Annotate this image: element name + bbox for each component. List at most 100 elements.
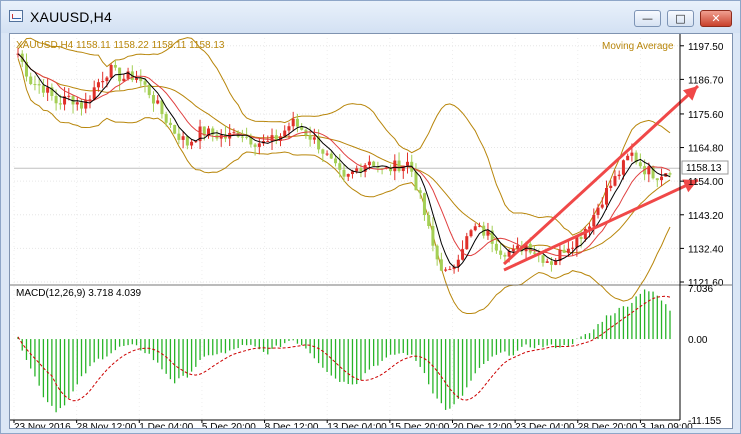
candle-bear xyxy=(329,153,333,159)
candle-bear xyxy=(113,64,117,68)
macd-tick-label: 0.00 xyxy=(688,335,708,346)
time-tick-label: 28 Dec 20:00 xyxy=(578,422,638,428)
time-tick-label: 28 Nov 12:00 xyxy=(77,422,137,428)
time-tick-label: 13 Dec 04:00 xyxy=(327,422,387,428)
candles xyxy=(16,48,672,274)
candle-bull xyxy=(346,174,350,177)
candle-bull xyxy=(355,168,359,172)
candle-bull xyxy=(101,81,105,83)
window-title: XAUUSD,H4 xyxy=(30,9,112,25)
candle-bear xyxy=(308,135,312,140)
symbol-info-label: XAUUSD,H4 1158.11 1158.22 1158.11 1158.1… xyxy=(16,40,225,51)
candle-bull xyxy=(312,137,316,140)
candle-bull xyxy=(287,126,291,131)
candle-bull xyxy=(609,185,613,188)
minimize-button[interactable]: — xyxy=(634,10,661,27)
price-tick-label: 1164.80 xyxy=(688,144,724,155)
candle-bear xyxy=(164,114,168,123)
candle-bull xyxy=(393,160,397,172)
candle-bull xyxy=(511,248,515,252)
candle-bear xyxy=(397,160,401,172)
candle-bear xyxy=(54,95,58,104)
maximize-button[interactable]: □ xyxy=(667,10,694,27)
chart-area[interactable]: 1197.50 1186.70 1175.60 1164.80 1154.00 1143.… xyxy=(9,33,733,433)
candle-bear xyxy=(668,173,672,175)
candle-bear xyxy=(338,163,342,170)
time-tick-label: 1 Dec 04:00 xyxy=(139,422,193,428)
candle-bear xyxy=(579,236,583,239)
candle-bull xyxy=(486,230,490,236)
candle-bull xyxy=(291,118,295,127)
price-tick-label: 1197.50 xyxy=(688,42,724,53)
candle-bull xyxy=(473,226,477,231)
candle-bear xyxy=(29,76,33,85)
indicator-label: Moving Average xyxy=(602,41,674,52)
candle-bear xyxy=(499,250,503,255)
candle-bear xyxy=(435,245,439,260)
candle-bull xyxy=(571,247,575,249)
candle-bull xyxy=(46,87,50,93)
candle-bull xyxy=(626,155,630,161)
candle-bull xyxy=(604,187,608,205)
candle-bull xyxy=(516,245,520,249)
price-tick-label: 1143.20 xyxy=(688,211,724,222)
candle-bull xyxy=(190,141,194,146)
candle-bull xyxy=(621,160,625,175)
candle-bull xyxy=(596,207,600,215)
candle-bear xyxy=(422,193,426,216)
price-tick-label: 1175.60 xyxy=(688,110,724,121)
close-button[interactable]: ✕ xyxy=(700,10,732,27)
time-tick-label: 3 Jan 09:00 xyxy=(640,422,693,428)
candle-bear xyxy=(173,124,177,134)
candle-bear xyxy=(37,84,41,86)
candle-bear xyxy=(414,171,418,191)
time-tick-label: 23 Dec 04:00 xyxy=(515,422,575,428)
trend-arrow-upper xyxy=(502,84,700,266)
chart-window: XAUUSD,H4 — □ ✕ 1197.50 1186.70 1175.60 116… xyxy=(0,0,741,434)
current-price-label: 1158.13 xyxy=(686,163,722,174)
candle-bear xyxy=(168,122,172,125)
candle-bull xyxy=(96,82,100,88)
candle-bull xyxy=(554,260,558,265)
candle-bear xyxy=(427,215,431,227)
candle-bear xyxy=(549,261,553,265)
time-tick-label: 20 Dec 12:00 xyxy=(452,422,512,428)
candle-bear xyxy=(562,249,566,253)
candle-bear xyxy=(503,254,507,257)
candle-bull xyxy=(444,269,448,271)
price-tick-label: 1132.40 xyxy=(688,244,724,255)
candle-bull xyxy=(613,176,617,186)
candle-bull xyxy=(465,236,469,250)
macd-histogram xyxy=(17,289,671,413)
candle-bear xyxy=(439,259,443,271)
candle-bull xyxy=(232,132,236,134)
candle-bear xyxy=(177,133,181,140)
candle-bear xyxy=(655,178,659,181)
macd-tick-label: 7.036 xyxy=(688,284,713,295)
candle-bull xyxy=(105,77,109,82)
candle-bear xyxy=(372,161,376,167)
candle-bull xyxy=(406,161,410,166)
candle-bull xyxy=(109,64,113,78)
candle-bear xyxy=(431,226,435,246)
candle-bull xyxy=(630,152,634,156)
candle-bull xyxy=(592,214,596,227)
price-tick-label: 1154.00 xyxy=(688,177,724,188)
title-bar[interactable]: XAUUSD,H4 — □ ✕ xyxy=(1,1,740,33)
axes: 1197.50 1186.70 1175.60 1164.80 1154.00 1143.… xyxy=(10,34,732,433)
candle-bull xyxy=(257,143,261,147)
candle-bull xyxy=(92,87,96,100)
candle-bull xyxy=(367,161,371,166)
candle-bull xyxy=(477,225,481,227)
candle-bull xyxy=(88,99,92,101)
candle-bear xyxy=(533,252,537,254)
candle-bull xyxy=(600,204,604,208)
candle-bear xyxy=(41,85,45,93)
candle-bull xyxy=(84,100,88,109)
moving-average-slow xyxy=(17,53,671,257)
time-tick-label: 5 Dec 20:00 xyxy=(202,422,256,428)
candle-bear xyxy=(33,84,37,86)
price-chart[interactable]: 1197.50 1186.70 1175.60 1164.80 1154.00 1143.… xyxy=(10,34,732,433)
candle-bull xyxy=(266,141,270,143)
candle-bear xyxy=(240,136,244,138)
